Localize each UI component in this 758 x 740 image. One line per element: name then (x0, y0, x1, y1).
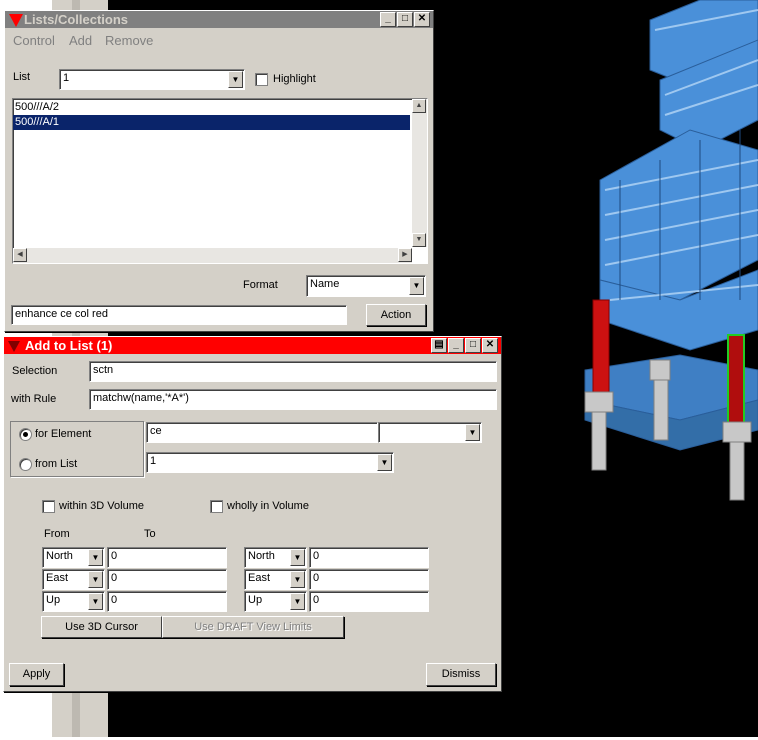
from-north-select[interactable]: North ▼ (42, 547, 105, 568)
element-input-value: ce (150, 425, 162, 437)
close-button[interactable]: ✕ (482, 338, 498, 353)
scroll-down-icon[interactable]: ▼ (412, 233, 426, 247)
apply-button[interactable]: Apply (9, 663, 64, 686)
from-east-input[interactable]: 0 (107, 569, 227, 590)
rule-label: with Rule (11, 393, 57, 405)
from-up-input[interactable]: 0 (107, 591, 227, 612)
for-element-radio[interactable] (19, 428, 32, 441)
maximize-button[interactable]: □ (465, 338, 481, 353)
to-north-dir: North (248, 550, 275, 562)
add-window-title: Add to List (1) (25, 338, 113, 353)
highlight-checkbox[interactable] (255, 73, 268, 86)
add-to-list-window: Add to List (1) ▤ _ □ ✕ Selection sctn w… (3, 336, 502, 692)
to-north-select[interactable]: North ▼ (244, 547, 307, 568)
element-input[interactable]: ce (146, 422, 378, 443)
chevron-down-icon[interactable]: ▼ (228, 71, 243, 88)
to-north-input[interactable]: 0 (309, 547, 429, 568)
minimize-button[interactable]: _ (380, 12, 396, 27)
command-input-value: enhance ce col red (15, 308, 108, 320)
selection-label: Selection (12, 365, 58, 377)
selection-input-value: sctn (93, 364, 114, 376)
horizontal-scrollbar[interactable]: ◀ ▶ (13, 248, 412, 263)
list-contents[interactable]: 500///A/2 500///A/1 ▲ ▼ ◀ ▶ (12, 98, 428, 264)
chevron-down-icon[interactable]: ▼ (88, 549, 103, 566)
highlight-label: Highlight (273, 73, 316, 85)
to-up-dir: Up (248, 594, 263, 606)
element-type-select[interactable]: ▼ (378, 422, 482, 443)
list-label: List (13, 71, 31, 83)
from-north-input[interactable]: 0 (107, 547, 227, 568)
scroll-right-icon[interactable]: ▶ (398, 248, 412, 262)
format-select[interactable]: Name ▼ (306, 275, 426, 297)
for-element-label: for Element (35, 428, 92, 440)
lists-collections-window: Lists/Collections _ □ ✕ Control Add Remo… (4, 10, 434, 332)
from-up-select[interactable]: Up ▼ (42, 591, 105, 612)
to-east-input[interactable]: 0 (309, 569, 429, 590)
list-select[interactable]: 1 ▼ (59, 69, 245, 90)
to-up-value: 0 (313, 594, 320, 606)
rule-input[interactable]: matchw(name,'*A*') (89, 389, 497, 410)
list-item-selected[interactable]: 500///A/1 (13, 115, 410, 130)
to-up-select[interactable]: Up ▼ (244, 591, 307, 612)
to-up-input[interactable]: 0 (309, 591, 429, 612)
format-label: Format (243, 279, 278, 291)
chevron-down-icon[interactable]: ▼ (88, 593, 103, 610)
lists-window-title: Lists/Collections (24, 12, 129, 27)
from-list-select-value: 1 (150, 455, 157, 467)
print-icon[interactable]: ▤ (431, 338, 447, 353)
from-north-value: 0 (111, 550, 118, 562)
chevron-down-icon[interactable]: ▼ (290, 593, 305, 610)
to-label: To (144, 528, 156, 540)
from-east-dir: East (46, 572, 69, 584)
app-logo-icon (8, 340, 20, 352)
chevron-down-icon[interactable]: ▼ (409, 277, 424, 295)
to-north-value: 0 (313, 550, 320, 562)
from-east-value: 0 (111, 572, 118, 584)
chevron-down-icon[interactable]: ▼ (88, 571, 103, 588)
from-list-select[interactable]: 1 ▼ (146, 452, 394, 473)
within-volume-checkbox[interactable] (42, 500, 55, 513)
selection-input[interactable]: sctn (89, 361, 497, 382)
chevron-down-icon[interactable]: ▼ (290, 549, 305, 566)
within-volume-label: within 3D Volume (59, 500, 144, 512)
to-east-select[interactable]: East ▼ (244, 569, 307, 590)
use-3d-cursor-button[interactable]: Use 3D Cursor (41, 616, 162, 638)
maximize-button[interactable]: □ (397, 12, 413, 27)
chevron-down-icon[interactable]: ▼ (377, 454, 392, 471)
wholly-volume-label: wholly in Volume (227, 500, 309, 512)
from-north-dir: North (46, 550, 73, 562)
minimize-button[interactable]: _ (448, 338, 464, 353)
wholly-volume-checkbox[interactable] (210, 500, 223, 513)
add-titlebar[interactable]: Add to List (1) ▤ _ □ ✕ (4, 337, 501, 354)
close-button[interactable]: ✕ (414, 12, 430, 27)
vertical-scrollbar[interactable]: ▲ ▼ (412, 99, 427, 247)
list-item[interactable]: 500///A/2 (13, 100, 427, 115)
from-up-value: 0 (111, 594, 118, 606)
scroll-up-icon[interactable]: ▲ (412, 99, 426, 113)
menu-remove[interactable]: Remove (105, 33, 153, 48)
list-select-value: 1 (63, 72, 70, 84)
from-list-radio[interactable] (19, 458, 32, 471)
dismiss-button[interactable]: Dismiss (426, 663, 496, 686)
from-east-select[interactable]: East ▼ (42, 569, 105, 590)
action-button[interactable]: Action (366, 304, 426, 326)
chevron-down-icon[interactable]: ▼ (290, 571, 305, 588)
from-label: From (44, 528, 70, 540)
chevron-down-icon[interactable]: ▼ (465, 424, 480, 441)
app-logo-icon (9, 13, 23, 27)
command-input[interactable]: enhance ce col red (11, 305, 347, 325)
rule-input-value: matchw(name,'*A*') (93, 392, 189, 404)
use-draft-view-limits-button[interactable]: Use DRAFT View Limits (162, 616, 344, 638)
scroll-left-icon[interactable]: ◀ (13, 248, 27, 262)
lists-titlebar[interactable]: Lists/Collections _ □ ✕ (5, 11, 433, 28)
from-up-dir: Up (46, 594, 61, 606)
to-east-value: 0 (313, 572, 320, 584)
from-list-label: from List (35, 458, 78, 470)
format-select-value: Name (310, 278, 340, 290)
menu-add[interactable]: Add (69, 33, 92, 48)
menu-control[interactable]: Control (13, 33, 55, 48)
to-east-dir: East (248, 572, 271, 584)
